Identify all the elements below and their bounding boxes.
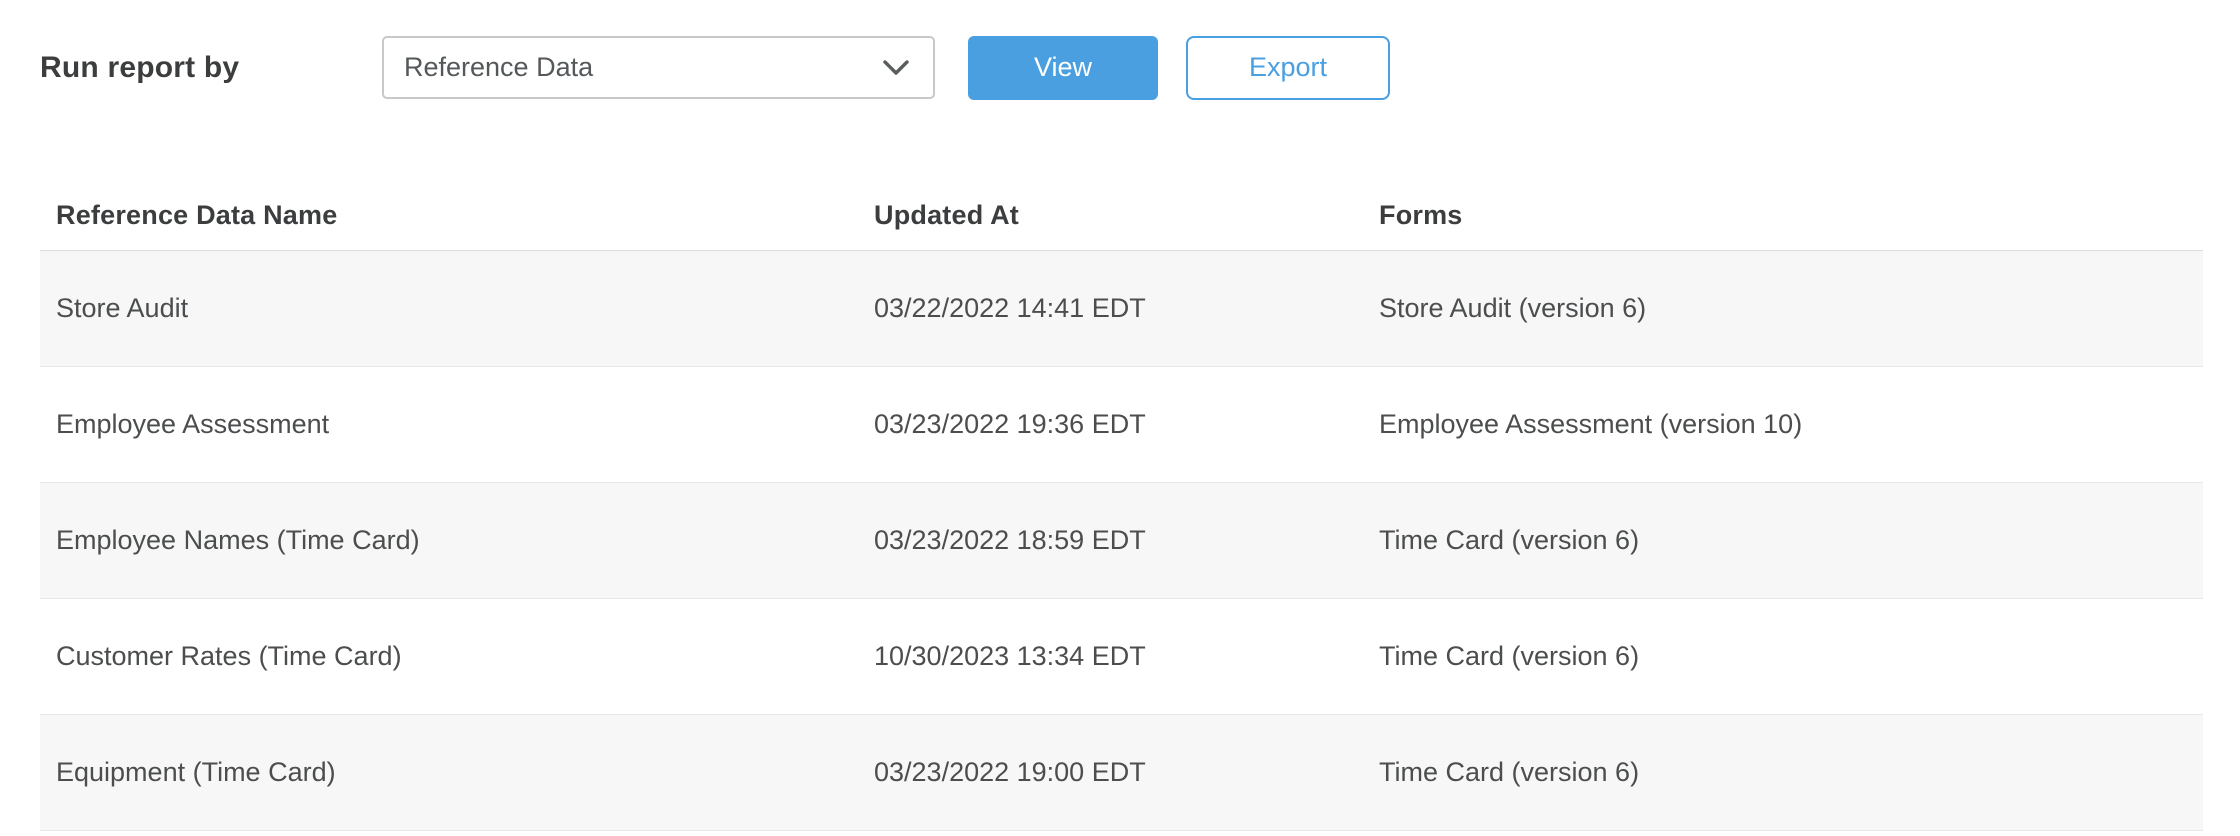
table-header-row: Reference Data Name Updated At Forms: [40, 180, 2203, 251]
cell-forms: Time Card (version 6): [1379, 641, 1640, 671]
export-button[interactable]: Export: [1186, 35, 1390, 100]
cell-updated-at: 03/22/2022 14:41 EDT: [874, 293, 1146, 323]
chevron-down-icon: [883, 59, 909, 75]
table-row: Store Audit 03/22/2022 14:41 EDT Store A…: [40, 251, 2203, 367]
cell-reference-data-name: Equipment (Time Card): [56, 757, 336, 787]
column-header-updated-at: Updated At: [874, 199, 1019, 230]
report-type-select[interactable]: Reference Data: [382, 36, 935, 99]
run-report-by-label: Run report by: [40, 50, 240, 84]
cell-reference-data-name: Employee Names (Time Card): [56, 525, 420, 555]
cell-reference-data-name: Employee Assessment: [56, 409, 330, 439]
cell-updated-at: 03/23/2022 18:59 EDT: [874, 525, 1146, 555]
report-type-selected-value: Reference Data: [404, 52, 594, 82]
table-row: Employee Names (Time Card) 03/23/2022 18…: [40, 483, 2203, 599]
column-header-forms: Forms: [1379, 199, 1463, 230]
cell-forms: Time Card (version 6): [1379, 525, 1640, 555]
table-row: Customer Rates (Time Card) 10/30/2023 13…: [40, 599, 2203, 715]
reference-data-table: Reference Data Name Updated At Forms Sto…: [40, 180, 2203, 831]
cell-forms: Store Audit (version 6): [1379, 293, 1647, 323]
report-toolbar: Run report by Reference Data View Export: [0, 0, 2240, 100]
column-header-reference-data-name: Reference Data Name: [56, 199, 338, 230]
view-button[interactable]: View: [968, 35, 1158, 100]
cell-forms: Time Card (version 6): [1379, 757, 1640, 787]
cell-updated-at: 03/23/2022 19:00 EDT: [874, 757, 1146, 787]
table-body: Store Audit 03/22/2022 14:41 EDT Store A…: [40, 251, 2203, 831]
table-row: Equipment (Time Card) 03/23/2022 19:00 E…: [40, 715, 2203, 831]
cell-reference-data-name: Store Audit: [56, 293, 189, 323]
table-row: Employee Assessment 03/23/2022 19:36 EDT…: [40, 367, 2203, 483]
cell-updated-at: 03/23/2022 19:36 EDT: [874, 409, 1146, 439]
cell-updated-at: 10/30/2023 13:34 EDT: [874, 641, 1146, 671]
cell-forms: Employee Assessment (version 10): [1379, 409, 1803, 439]
cell-reference-data-name: Customer Rates (Time Card): [56, 641, 402, 671]
